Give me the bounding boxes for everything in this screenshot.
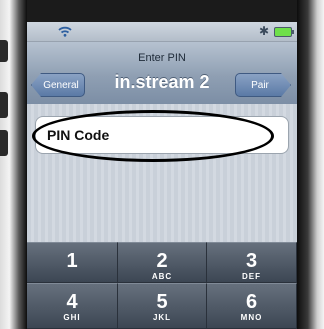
volume-down-button [0, 130, 8, 156]
phone-screen: ✱ Enter PIN in.stream 2 General Pair PIN… [27, 0, 297, 329]
key-1[interactable]: 1 [27, 242, 118, 283]
key-letters: GHI [63, 313, 81, 322]
key-letters: DEF [242, 272, 261, 281]
numeric-keypad: 1 2 ABC 3 DEF 4 GHI 5 JKL 6 MNO [27, 242, 297, 329]
bluetooth-icon: ✱ [259, 24, 270, 38]
volume-up-button [0, 92, 8, 118]
key-number: 2 [156, 250, 168, 272]
content-area: PIN Code [27, 104, 297, 242]
pair-button[interactable]: Pair [235, 73, 291, 97]
key-3[interactable]: 3 DEF [207, 242, 297, 283]
nav-prompt: Enter PIN [138, 52, 186, 64]
key-2[interactable]: 2 ABC [118, 242, 207, 283]
general-back-button[interactable]: General [31, 73, 85, 97]
key-number: 1 [66, 250, 78, 272]
key-5[interactable]: 5 JKL [118, 283, 207, 329]
battery-icon [274, 27, 294, 37]
key-4[interactable]: 4 GHI [27, 283, 118, 329]
phone-side-button [0, 40, 8, 62]
navigation-bar: Enter PIN in.stream 2 General Pair [27, 42, 297, 105]
key-letters: JKL [152, 313, 172, 322]
highlight-oval [32, 110, 274, 162]
key-letters: ABC [151, 272, 173, 281]
status-bar: ✱ [27, 22, 297, 42]
key-number: 5 [156, 291, 168, 313]
key-letters: MNO [240, 313, 263, 322]
key-6[interactable]: 6 MNO [207, 283, 297, 329]
phone-frame-right [297, 0, 324, 329]
key-number: 4 [66, 291, 78, 313]
key-number: 6 [245, 291, 258, 313]
key-number: 3 [245, 250, 258, 272]
wifi-icon [58, 26, 72, 37]
